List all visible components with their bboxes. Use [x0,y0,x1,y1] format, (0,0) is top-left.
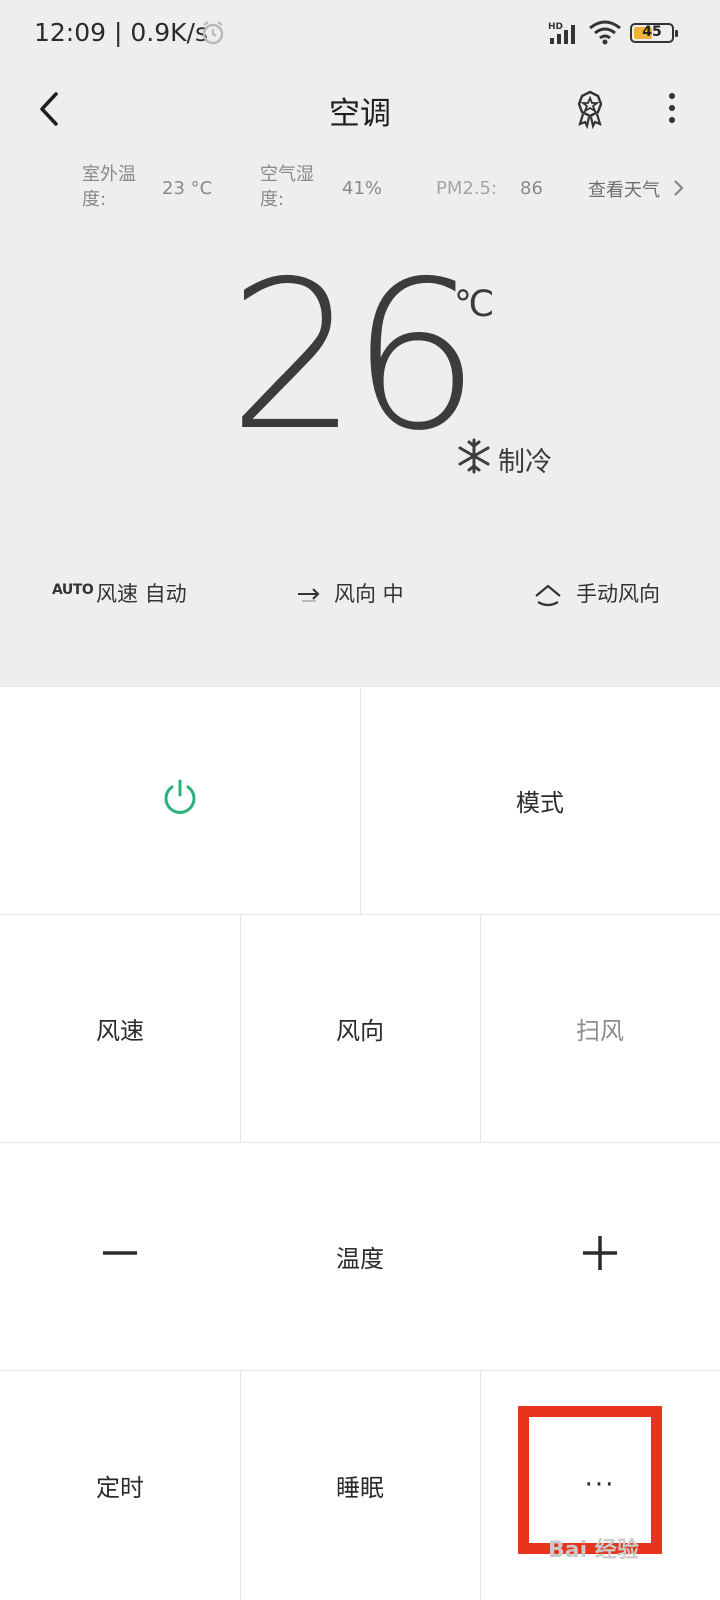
power-button[interactable] [0,686,360,914]
award-badge-icon[interactable] [568,86,612,130]
mode-button[interactable]: 模式 [360,686,720,914]
temperature-increase-button[interactable] [480,1142,720,1370]
fan-speed-status: 风速 自动 [96,582,187,606]
manual-direction-icon [534,582,562,613]
vertical-dots-icon[interactable] [650,86,694,130]
temperature-display: 26 [228,238,481,476]
outdoor-temp-label: 室外温度: [82,164,136,210]
wifi-icon [588,19,622,49]
humidity-label: 空气湿度: [260,164,314,210]
direction-status: 风向 中 [334,582,404,606]
alarm-icon [200,20,226,50]
humidity-value: 41% [342,178,383,199]
chevron-right-icon[interactable] [672,178,686,203]
temperature-decrease-button[interactable] [0,1142,240,1370]
status-bar: 12:09 | 0.9K/s HD 45 [0,0,720,70]
page-title: 空调 [329,96,391,132]
power-icon [160,777,200,823]
weather-row: 室外温度: 23 °C 空气湿度: 41% PM2.5: 86 查看天气 [0,160,720,220]
auto-badge: AUTO [52,582,94,598]
direction-arrows-icon [296,584,322,613]
battery-icon: 45 [630,23,678,43]
sleep-button[interactable]: 睡眠 [240,1370,480,1600]
snowflake-icon [454,436,494,480]
header: 空调 [0,70,720,150]
view-weather-link[interactable]: 查看天气 [588,176,660,202]
signal-icon: HD [548,20,584,50]
fan-speed-button[interactable]: 风速 [0,914,240,1142]
status-strip: AUTO 风速 自动 风向 中 手动风向 [0,570,720,620]
status-time: 12:09 | 0.9K/s [34,18,208,47]
battery-level: 45 [642,24,662,40]
sweep-button[interactable]: 扫风 [480,914,720,1142]
minus-icon [100,1233,140,1279]
direction-button[interactable]: 风向 [240,914,480,1142]
pm25-label: PM2.5: [436,178,498,199]
mode-label: 制冷 [498,447,552,478]
outdoor-temp-value: 23 °C [162,178,213,199]
pm25-value: 86 [520,178,543,199]
temperature-unit: ℃ [454,284,495,325]
svg-text:HD: HD [548,22,563,32]
plus-icon [580,1233,620,1279]
timer-button[interactable]: 定时 [0,1370,240,1600]
temperature-label: 温度 [336,1244,384,1273]
watermark: Bai 经验 [548,1538,639,1563]
manual-direction-status: 手动风向 [576,582,660,606]
